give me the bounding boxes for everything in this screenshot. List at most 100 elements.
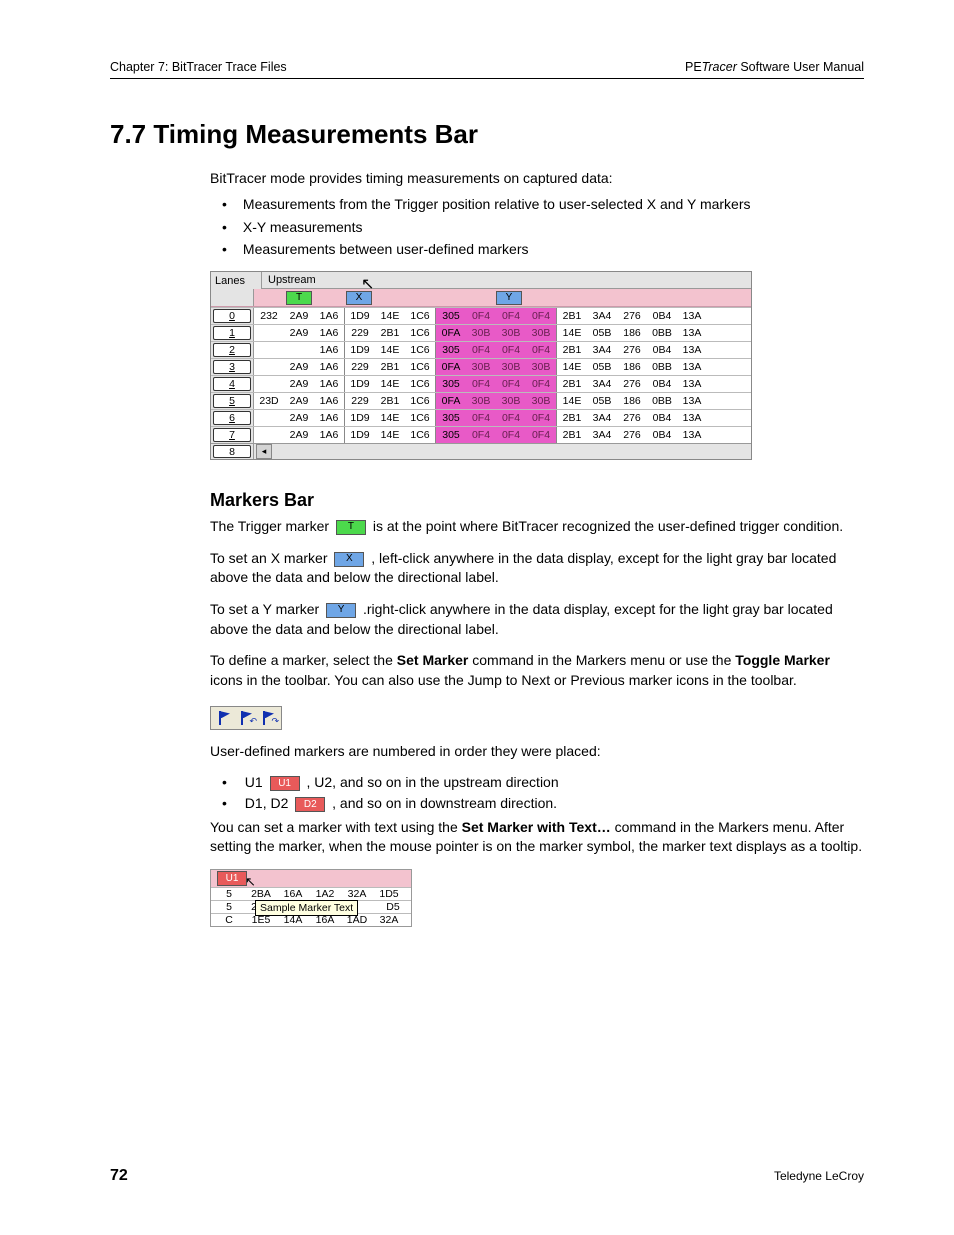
data-cell: 05B [587,325,617,341]
lane-button[interactable]: 6 [213,411,251,425]
data-cell: 1C6 [405,393,436,409]
data-cell: 0F4 [496,308,526,324]
u1-marker-icon: U1 [270,776,300,791]
data-cell: 1C6 [405,427,436,443]
markers-bar-heading: Markers Bar [210,490,864,511]
y-marker-para: To set a Y marker Y .right-click anywher… [210,600,864,639]
data-cell: 1A6 [314,308,345,324]
table-row[interactable]: 32A91A62292B11C60FA30B30B30B14E05B1860BB… [211,358,751,375]
data-cell: 305 [436,308,466,324]
data-cell: 3A4 [587,410,617,426]
data-cell: 2A9 [284,308,314,324]
data-cell: 13A [677,308,707,324]
data-cell: 2A9 [284,376,314,392]
table-row[interactable]: 72A91A61D914E1C63050F40F40F42B13A42760B4… [211,426,751,443]
data-cell [254,325,284,341]
data-cell: 0FA [436,325,466,341]
data-cell: 2B1 [375,325,405,341]
table-row[interactable]: 12A91A62292B11C60FA30B30B30B14E05B1860BB… [211,324,751,341]
data-cell: 0F4 [526,427,557,443]
data-cell: 1D9 [345,342,375,358]
data-cell: 0F4 [496,410,526,426]
data-cell: 13A [677,325,707,341]
x-marker-icon[interactable]: X [346,291,372,305]
data-cell: 0F4 [466,410,496,426]
lane-button[interactable]: 8 [213,445,251,458]
data-cell: 2B1 [557,410,587,426]
data-cell: 13A [677,359,707,375]
bullet-item: Measurements between user-defined marker… [222,239,864,259]
header-right: PETracer Software User Manual [685,60,864,74]
data-cell [254,342,284,358]
data-cell: 1A6 [314,359,345,375]
tooltip-sample: U1 ↖ 52BA16A1A232A1D5 52BA Sample Marker… [210,869,412,927]
data-cell: 0BB [647,359,677,375]
data-cell: 1C6 [405,325,436,341]
marker-toolbar: ↶ ↷ [210,706,282,730]
data-cell: 2A9 [284,325,314,341]
marker-bar[interactable]: T X Y [211,289,751,307]
data-cell: 30B [496,325,526,341]
data-cell: 3A4 [587,342,617,358]
data-cell: 0B4 [647,376,677,392]
y-marker-icon: Y [326,603,356,618]
data-cell: 276 [617,376,647,392]
toggle-marker-icon[interactable] [217,710,231,726]
header-left: Chapter 7: BitTracer Trace Files [110,60,287,74]
data-cell: 2A9 [284,359,314,375]
data-cell: 3A4 [587,308,617,324]
data-cell: 0F4 [526,376,557,392]
data-cell: 2B1 [375,359,405,375]
lane-button[interactable]: 2 [213,343,251,357]
data-cell: 2A9 [284,410,314,426]
trigger-marker-icon[interactable]: T [286,291,312,305]
data-cell: 1D9 [345,308,375,324]
data-cell [254,376,284,392]
data-cell: 14E [557,359,587,375]
data-cell: 14E [375,342,405,358]
prev-marker-icon[interactable]: ↶ [239,710,253,726]
data-cell: 0B4 [647,308,677,324]
data-cell: 0F4 [466,342,496,358]
marker-naming-bullets: U1 U1 , U2, and so on in the upstream di… [222,774,864,812]
data-cell: 305 [436,376,466,392]
data-cell [284,342,314,358]
lane-button[interactable]: 5 [213,394,251,408]
data-cell: 2B1 [375,393,405,409]
data-cell: 186 [617,393,647,409]
data-cell: 30B [496,393,526,409]
data-cell: 1C6 [405,342,436,358]
table-row[interactable]: 42A91A61D914E1C63050F40F40F42B13A42760B4… [211,375,751,392]
lane-button[interactable]: 3 [213,360,251,374]
data-cell: 13A [677,376,707,392]
table-row[interactable]: 21A61D914E1C63050F40F40F42B13A42760B413A [211,341,751,358]
lane-button[interactable]: 0 [213,309,251,323]
data-cell: 0F4 [466,308,496,324]
data-cell [254,359,284,375]
bullet-item: Measurements from the Trigger position r… [222,194,864,214]
data-cell: 1D9 [345,427,375,443]
table-row[interactable]: 523D2A91A62292B11C60FA30B30B30B14E05B186… [211,392,751,409]
direction-label: Upstream [262,272,751,289]
data-cell: 1A6 [314,427,345,443]
data-cell: 1C6 [405,410,436,426]
scroll-left-icon[interactable]: ◂ [256,444,272,459]
next-marker-icon[interactable]: ↷ [261,710,275,726]
data-cell: 229 [345,325,375,341]
header-divider [110,78,864,79]
data-cell: 3A4 [587,427,617,443]
company-name: Teledyne LeCroy [774,1169,864,1183]
data-cell: 23D [254,393,284,409]
section-title: 7.7 Timing Measurements Bar [110,119,864,150]
data-cell: 0B4 [647,342,677,358]
table-row[interactable]: 02322A91A61D914E1C63050F40F40F42B13A4276… [211,307,751,324]
table-row[interactable]: 62A91A61D914E1C63050F40F40F42B13A42760B4… [211,409,751,426]
data-cell: 14E [375,308,405,324]
y-marker-icon[interactable]: Y [496,291,522,305]
lane-button[interactable]: 1 [213,326,251,340]
lane-button[interactable]: 7 [213,428,251,442]
lane-button[interactable]: 4 [213,377,251,391]
data-cell: 30B [526,359,557,375]
data-cell: 0F4 [466,427,496,443]
data-cell: 1A6 [314,410,345,426]
